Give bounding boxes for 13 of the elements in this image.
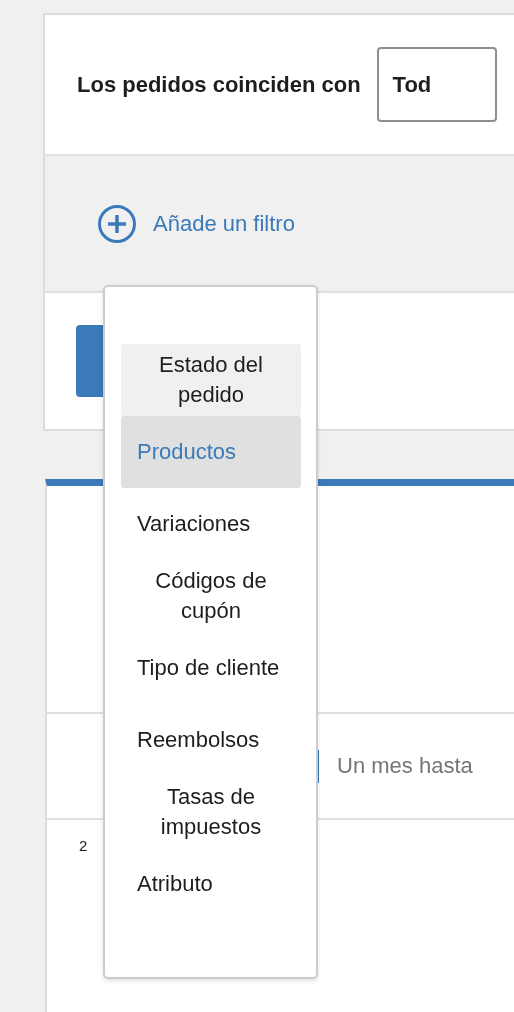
filter-menu-item[interactable]: Estado del pedido [121,344,301,416]
filter-menu-item[interactable]: Tipo de cliente [121,632,301,704]
filter-menu-item[interactable]: Variaciones [121,488,301,560]
filter-menu-item[interactable]: Códigos de cupón [121,560,301,632]
date-range-text: Un mes hasta [337,752,473,780]
filter-menu-item[interactable]: Reembolsos [121,704,301,776]
filter-title: Los pedidos coinciden con [77,71,361,99]
match-select[interactable]: Tod [376,47,497,122]
axis-tick-label: 2 [79,836,88,856]
filter-menu-item[interactable]: Tasas de impuestos [121,776,301,848]
add-icon [97,203,137,244]
filter-menu-item[interactable]: Atributo [121,848,301,920]
add-filter-button[interactable]: Añade un filtro [97,203,295,244]
